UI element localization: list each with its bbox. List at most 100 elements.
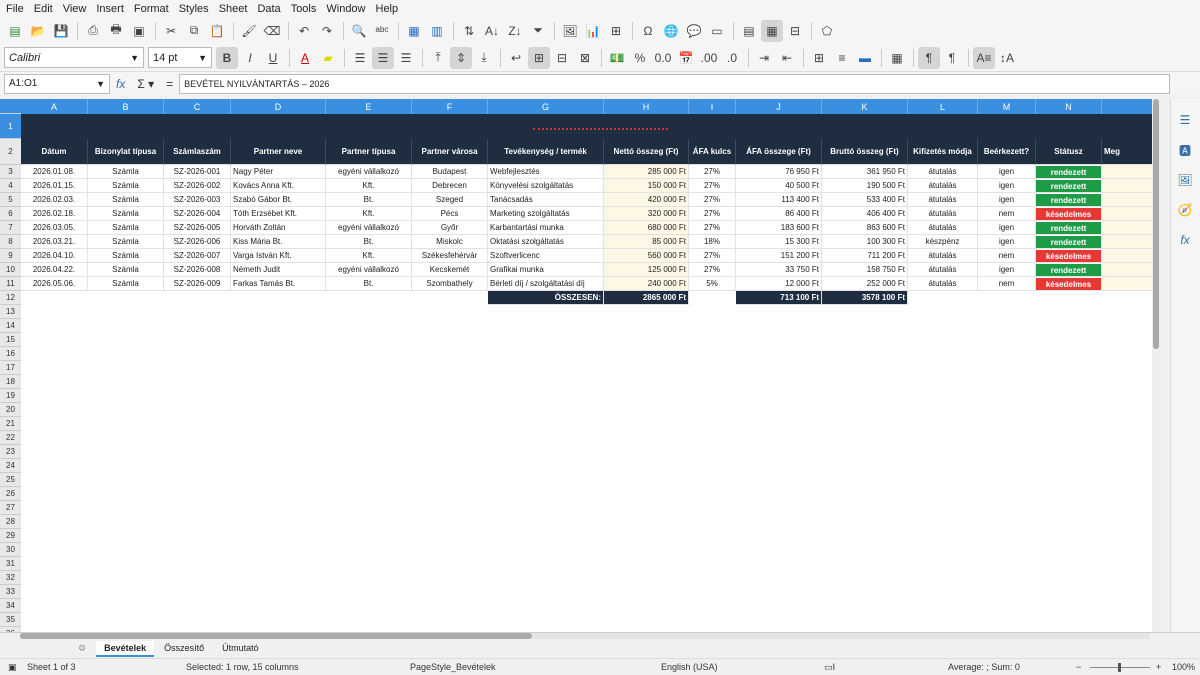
row-header[interactable]: 20 [0, 403, 21, 417]
selection-mode-icon[interactable]: ▭Ⅰ [824, 662, 835, 673]
table-cell[interactable]: 12 000 Ft [736, 277, 822, 291]
table-header-cell[interactable]: Partner városa [412, 139, 488, 165]
find-replace-icon[interactable]: 🔍 [348, 20, 370, 42]
unmerge-cells-icon[interactable]: ⊠ [574, 47, 596, 69]
menu-item[interactable]: Styles [179, 3, 209, 15]
menu-item[interactable]: File [6, 3, 24, 15]
column-header[interactable]: F [412, 99, 488, 114]
row-header[interactable]: 14 [0, 319, 21, 333]
table-cell[interactable]: 85 000 Ft [604, 235, 689, 249]
table-cell[interactable]: 252 000 Ft [822, 277, 908, 291]
border-style-icon[interactable]: ≡ [831, 47, 853, 69]
table-cell[interactable]: 863 600 Ft [822, 221, 908, 235]
spelling-icon[interactable]: ᵃᵇᶜ [371, 20, 393, 42]
row-header[interactable]: 35 [0, 613, 21, 627]
align-left-icon[interactable]: ☰ [349, 47, 371, 69]
open-icon[interactable]: 📂 [27, 20, 49, 42]
table-cell[interactable]: SZ-2026-003 [164, 193, 231, 207]
table-cell[interactable]: Karbantartási munka [488, 221, 604, 235]
status-page-style[interactable]: PageStyle_Bevételek [410, 662, 496, 672]
table-cell[interactable]: SZ-2026-006 [164, 235, 231, 249]
merge-center-icon[interactable]: ⊞ [528, 46, 550, 69]
delete-decimal-icon[interactable]: .0 [721, 47, 743, 69]
table-header-cell[interactable]: Számlaszám [164, 139, 231, 165]
row-header[interactable]: 15 [0, 333, 21, 347]
add-decimal-icon[interactable]: .00 [698, 47, 720, 69]
table-cell[interactable]: egyéni vállalkozó [326, 221, 412, 235]
table-cell[interactable]: átutalás [908, 165, 978, 179]
table-cell[interactable]: 27% [689, 179, 736, 193]
row-header[interactable]: 2 [0, 139, 21, 165]
status-badge[interactable]: rendezett [1036, 222, 1102, 235]
table-cell[interactable]: nem [978, 207, 1036, 221]
row-header[interactable]: 7 [0, 221, 21, 235]
table-cell[interactable]: 5% [689, 277, 736, 291]
table-cell[interactable]: Számla [88, 277, 164, 291]
menu-item[interactable]: Window [326, 3, 365, 15]
status-badge[interactable]: rendezett [1036, 236, 1102, 249]
table-cell[interactable] [1102, 263, 1152, 277]
chart-icon[interactable]: 📊 [582, 20, 604, 42]
underline-icon[interactable]: U [262, 47, 284, 69]
table-cell[interactable]: Bt. [326, 277, 412, 291]
column-header[interactable]: A [21, 99, 88, 114]
table-cell[interactable]: 27% [689, 207, 736, 221]
table-cell[interactable]: Kiss Mária Bt. [231, 235, 326, 249]
row-header[interactable]: 19 [0, 389, 21, 403]
functions-icon[interactable]: fx [1174, 229, 1196, 251]
table-cell[interactable]: 27% [689, 221, 736, 235]
table-cell[interactable]: Németh Judit [231, 263, 326, 277]
table-cell[interactable]: Székesfehérvár [412, 249, 488, 263]
table-header-cell[interactable]: Bizonylat típusa [88, 139, 164, 165]
table-cell[interactable]: Bt. [326, 193, 412, 207]
title-banner[interactable] [21, 114, 1152, 139]
split-window-icon[interactable]: ⊟ [784, 20, 806, 42]
table-cell[interactable]: 183 600 Ft [736, 221, 822, 235]
table-cell[interactable]: Kecskemét [412, 263, 488, 277]
wrap-text-icon[interactable]: ↩ [505, 47, 527, 69]
menu-item[interactable]: Tools [291, 3, 317, 15]
table-cell[interactable]: igen [978, 179, 1036, 193]
save-icon[interactable]: 💾 [50, 20, 72, 42]
table-header-cell[interactable]: Partner neve [231, 139, 326, 165]
conditional-format-icon[interactable]: ▦ [886, 47, 908, 69]
table-cell[interactable]: 2026.02.18. [21, 207, 88, 221]
horizontal-scrollbar-thumb[interactable] [20, 633, 532, 639]
table-header-cell[interactable]: Kifizetés módja [908, 139, 978, 165]
column-header[interactable]: C [164, 99, 231, 114]
table-cell[interactable] [1102, 207, 1152, 221]
redo-icon[interactable]: ↷ [316, 20, 338, 42]
table-cell[interactable]: Marketing szolgáltatás [488, 207, 604, 221]
table-cell[interactable]: Szabó Gábor Bt. [231, 193, 326, 207]
row-header[interactable]: 18 [0, 375, 21, 389]
row-header[interactable]: 16 [0, 347, 21, 361]
status-badge[interactable]: rendezett [1036, 180, 1102, 193]
table-cell[interactable]: SZ-2026-001 [164, 165, 231, 179]
sum-icon[interactable]: Σ ▾ [137, 77, 154, 91]
table-cell[interactable]: 18% [689, 235, 736, 249]
row-header[interactable]: 17 [0, 361, 21, 375]
column-header[interactable]: G [488, 99, 604, 114]
table-cell[interactable]: igen [978, 235, 1036, 249]
table-cell[interactable]: 151 200 Ft [736, 249, 822, 263]
table-cell[interactable]: Kft. [326, 179, 412, 193]
vertical-scrollbar[interactable] [1152, 99, 1160, 632]
status-badge[interactable]: késedelmes [1036, 250, 1102, 263]
column-header[interactable]: B [88, 99, 164, 114]
print-preview-icon[interactable]: ▣ [128, 20, 150, 42]
table-cell[interactable]: 27% [689, 193, 736, 207]
row-header[interactable]: 34 [0, 599, 21, 613]
table-cell[interactable]: Számla [88, 235, 164, 249]
table-cell[interactable]: átutalás [908, 277, 978, 291]
table-cell[interactable]: Bérleti díj / szolgáltatási díj [488, 277, 604, 291]
table-header-cell[interactable]: ÁFA összege (Ft) [736, 139, 822, 165]
table-cell[interactable]: Nagy Péter [231, 165, 326, 179]
column-header[interactable]: H [604, 99, 689, 114]
status-badge[interactable]: rendezett [1036, 194, 1102, 207]
table-header-cell[interactable]: Tevékenység / termék [488, 139, 604, 165]
table-cell[interactable]: Számla [88, 263, 164, 277]
zoom-slider-handle[interactable] [1118, 663, 1121, 672]
text-direction-ltr-icon[interactable]: ¶ [918, 46, 940, 69]
table-cell[interactable]: igen [978, 221, 1036, 235]
date-format-icon[interactable]: 📅 [675, 47, 697, 69]
